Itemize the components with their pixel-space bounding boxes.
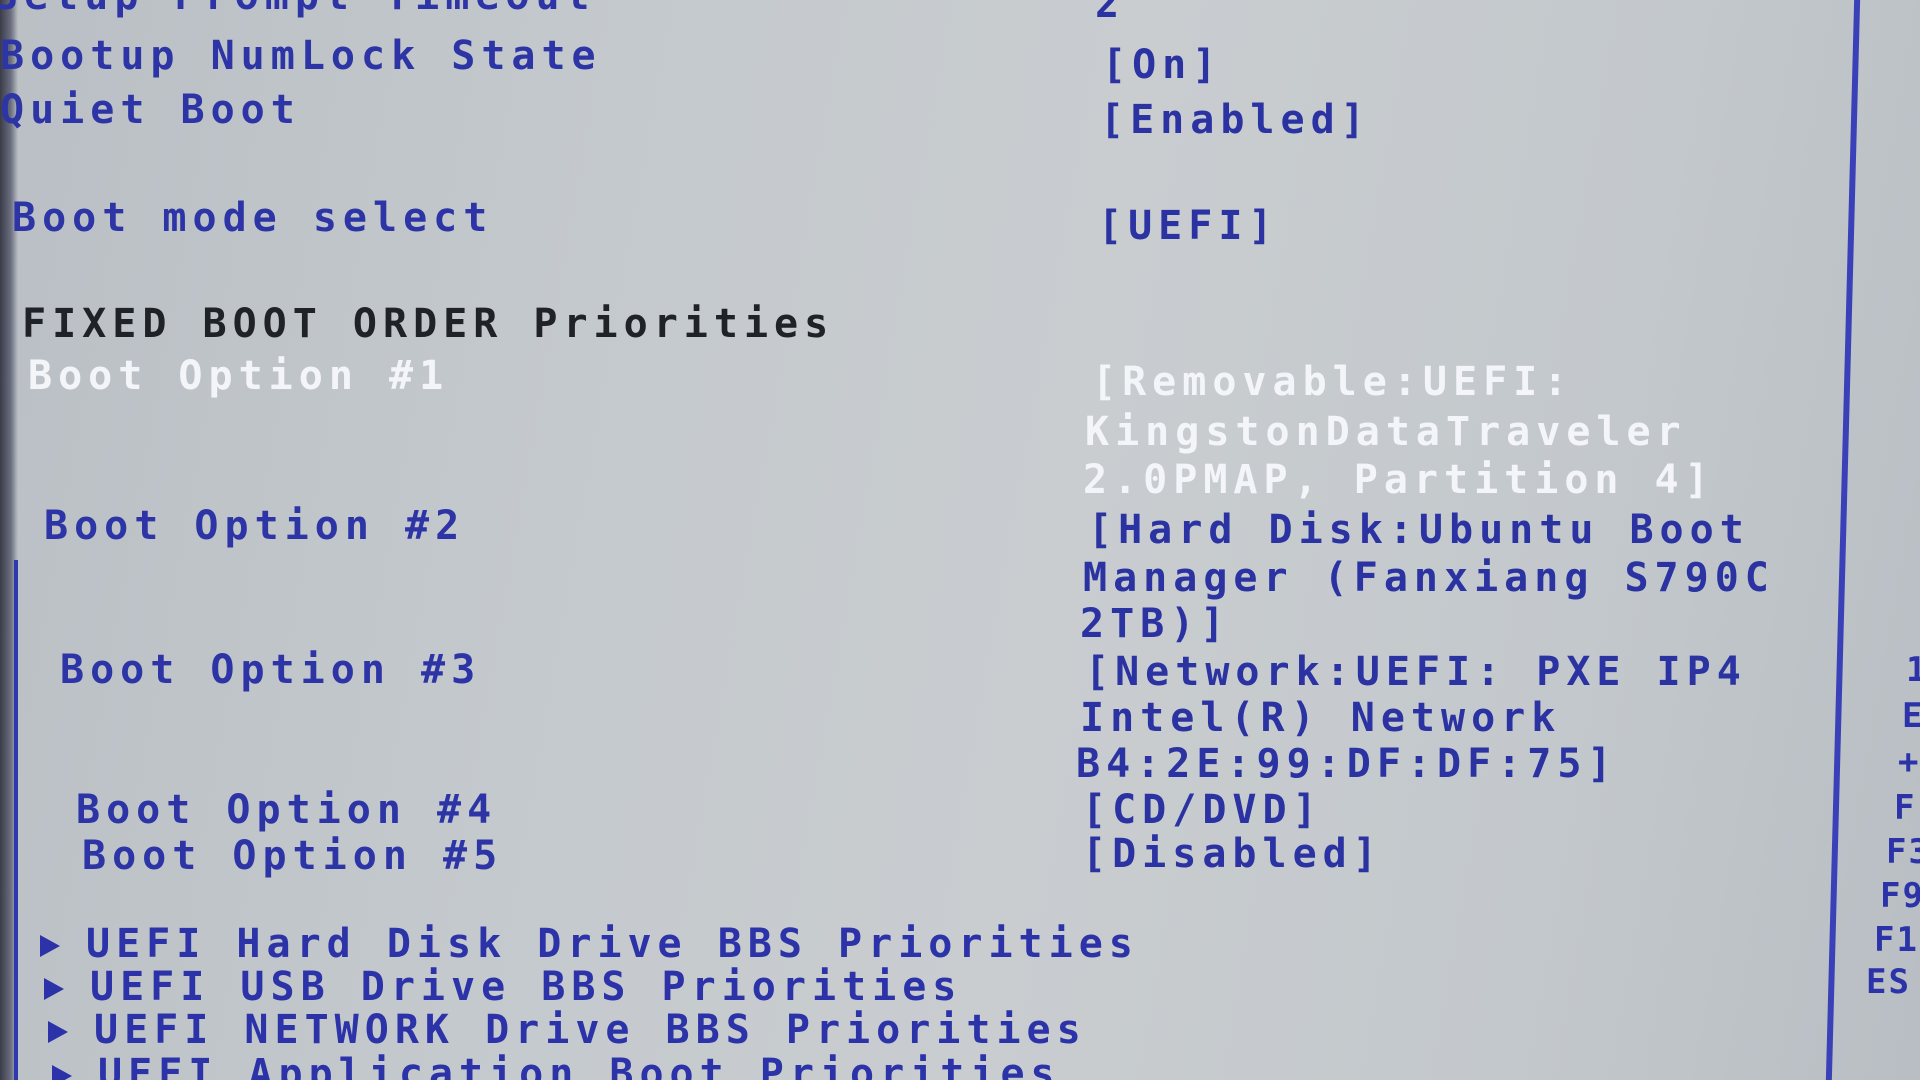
help-key-7: F1 (1874, 920, 1919, 960)
submenu-label: UEFI USB Drive BBS Priorities (90, 964, 963, 1010)
triangle-right-icon (40, 935, 60, 957)
triangle-right-icon (52, 1065, 72, 1080)
quiet-boot-label: Quiet Boot (0, 87, 301, 133)
help-key-2: E (1902, 696, 1920, 736)
boot-option-1-value-line-2: KingstonDataTraveler (1085, 409, 1687, 455)
triangle-right-icon (48, 1021, 68, 1043)
boot-option-4-value[interactable]: [CD/DVD] (1082, 788, 1323, 832)
boot-option-3-value-line-3: B4:2E:99:DF:DF:75] (1076, 741, 1618, 787)
boot-option-2-value-line-3: 2TB)] (1080, 601, 1231, 647)
boot-option-2-label[interactable]: Boot Option #2 (44, 504, 465, 548)
boot-mode-label: Boot mode select (12, 195, 494, 241)
numlock-value[interactable]: [On] (1102, 43, 1222, 87)
prompt-timeout-value[interactable]: 2 (1095, 0, 1125, 26)
boot-mode-value[interactable]: [UEFI] (1098, 204, 1279, 248)
left-frame-line (14, 560, 18, 1080)
help-panel-divider (1825, 0, 1861, 1080)
boot-order-heading: FIXED BOOT ORDER Priorities (22, 301, 835, 347)
submenu-uefi-application[interactable]: UEFI Application Boot Priorities (52, 1052, 1061, 1080)
help-key-3: + (1898, 742, 1920, 782)
boot-option-5-value[interactable]: [Disabled] (1082, 832, 1383, 876)
boot-option-3-value-line-1[interactable]: [Network:UEFI: PXE IP4 (1085, 650, 1747, 694)
help-key-5: F3 (1886, 832, 1920, 872)
boot-option-3-value-line-2: Intel(R) Network (1080, 695, 1562, 741)
boot-option-1-value-line-3: 2.0PMAP, Partition 4] (1083, 457, 1715, 503)
numlock-label: Bootup NumLock State (0, 33, 602, 79)
boot-option-5-label[interactable]: Boot Option #5 (82, 834, 503, 878)
boot-option-2-value-line-2: Manager (Fanxiang S790C (1083, 555, 1775, 601)
boot-option-2-value-line-1[interactable]: [Hard Disk:Ubuntu Boot (1088, 508, 1750, 552)
boot-option-1-label[interactable]: Boot Option #1 (28, 354, 449, 398)
prompt-timeout-label: Setup Prompt Timeout (0, 0, 596, 18)
boot-option-3-label[interactable]: Boot Option #3 (60, 648, 481, 692)
submenu-uefi-hard-disk[interactable]: UEFI Hard Disk Drive BBS Priorities (40, 922, 1139, 966)
help-key-6: F9 (1880, 876, 1920, 916)
quiet-boot-value[interactable]: [Enabled] (1100, 98, 1371, 142)
triangle-right-icon (44, 978, 64, 1000)
submenu-uefi-network[interactable]: UEFI NETWORK Drive BBS Priorities (48, 1008, 1087, 1052)
boot-option-1-value-line-1[interactable]: [Removable:UEFI: (1092, 360, 1573, 404)
bios-boot-screen: Setup Prompt Timeout 2 Bootup NumLock St… (0, 0, 1920, 1080)
help-key-8: ES (1866, 962, 1911, 1002)
help-key-4: F (1894, 788, 1917, 828)
submenu-uefi-usb[interactable]: UEFI USB Drive BBS Priorities (44, 965, 962, 1009)
submenu-label: UEFI Hard Disk Drive BBS Priorities (86, 921, 1139, 967)
boot-option-4-label[interactable]: Boot Option #4 (76, 788, 497, 832)
submenu-label: UEFI Application Boot Priorities (98, 1051, 1061, 1080)
submenu-label: UEFI NETWORK Drive BBS Priorities (94, 1007, 1087, 1053)
help-key-1: 1 (1906, 650, 1920, 690)
